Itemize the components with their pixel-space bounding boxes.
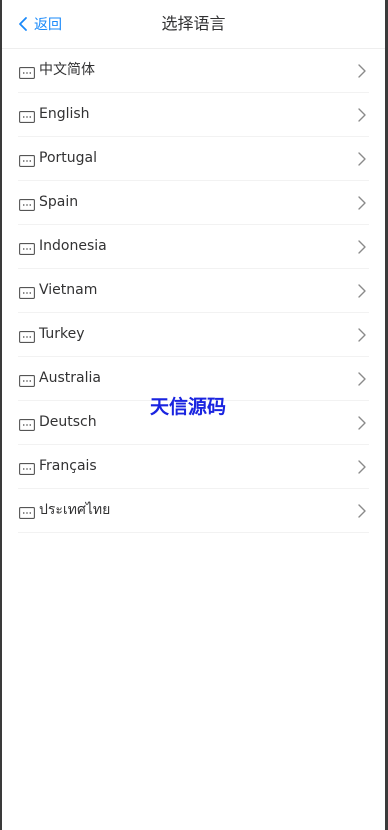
- chevron-right-icon: [357, 63, 367, 79]
- keyboard-icon: [19, 284, 35, 299]
- language-label: Portugal: [39, 150, 97, 166]
- language-label: Indonesia: [39, 238, 107, 254]
- keyboard-icon: [19, 108, 35, 123]
- chevron-right-icon: [357, 371, 367, 387]
- language-item[interactable]: Indonesia: [18, 225, 369, 269]
- chevron-right-icon: [357, 415, 367, 431]
- keyboard-icon: [19, 504, 35, 519]
- nav-bar: 返回 选择语言: [2, 0, 385, 49]
- keyboard-icon: [19, 328, 35, 343]
- chevron-right-icon: [357, 503, 367, 519]
- language-list: 中文简体 English Portugal Spain Indonesia Vietnam…: [2, 49, 385, 533]
- keyboard-icon: [19, 64, 35, 79]
- language-label: Vietnam: [39, 282, 98, 298]
- chevron-right-icon: [357, 195, 367, 211]
- language-item[interactable]: 中文简体: [18, 49, 369, 93]
- chevron-right-icon: [357, 151, 367, 167]
- language-item[interactable]: Spain: [18, 181, 369, 225]
- page-title: 选择语言: [161, 14, 226, 33]
- language-select-page: 返回 选择语言 中文简体 English Portugal Spain Indonesi…: [2, 0, 385, 830]
- language-label: 中文简体: [39, 62, 95, 78]
- language-label: Deutsch: [39, 414, 97, 430]
- chevron-right-icon: [357, 107, 367, 123]
- chevron-right-icon: [357, 459, 367, 475]
- chevron-right-icon: [357, 239, 367, 255]
- keyboard-icon: [19, 460, 35, 475]
- language-label: English: [39, 106, 90, 122]
- language-label: Français: [39, 458, 97, 474]
- keyboard-icon: [19, 416, 35, 431]
- keyboard-icon: [19, 152, 35, 167]
- keyboard-icon: [19, 372, 35, 387]
- language-label: ประเทศไทย: [39, 502, 111, 518]
- chevron-right-icon: [357, 327, 367, 343]
- language-item[interactable]: Turkey: [18, 313, 369, 357]
- language-item[interactable]: Vietnam: [18, 269, 369, 313]
- language-label: Turkey: [39, 326, 85, 342]
- language-item[interactable]: Portugal: [18, 137, 369, 181]
- language-item[interactable]: Français: [18, 445, 369, 489]
- chevron-right-icon: [357, 283, 367, 299]
- watermark-text: 天信源码: [150, 396, 227, 418]
- language-label: Spain: [39, 194, 79, 210]
- keyboard-icon: [19, 196, 35, 211]
- language-label: Australia: [39, 370, 101, 386]
- keyboard-icon: [19, 240, 35, 255]
- language-item[interactable]: English: [18, 93, 369, 137]
- language-item[interactable]: ประเทศไทย: [18, 489, 369, 533]
